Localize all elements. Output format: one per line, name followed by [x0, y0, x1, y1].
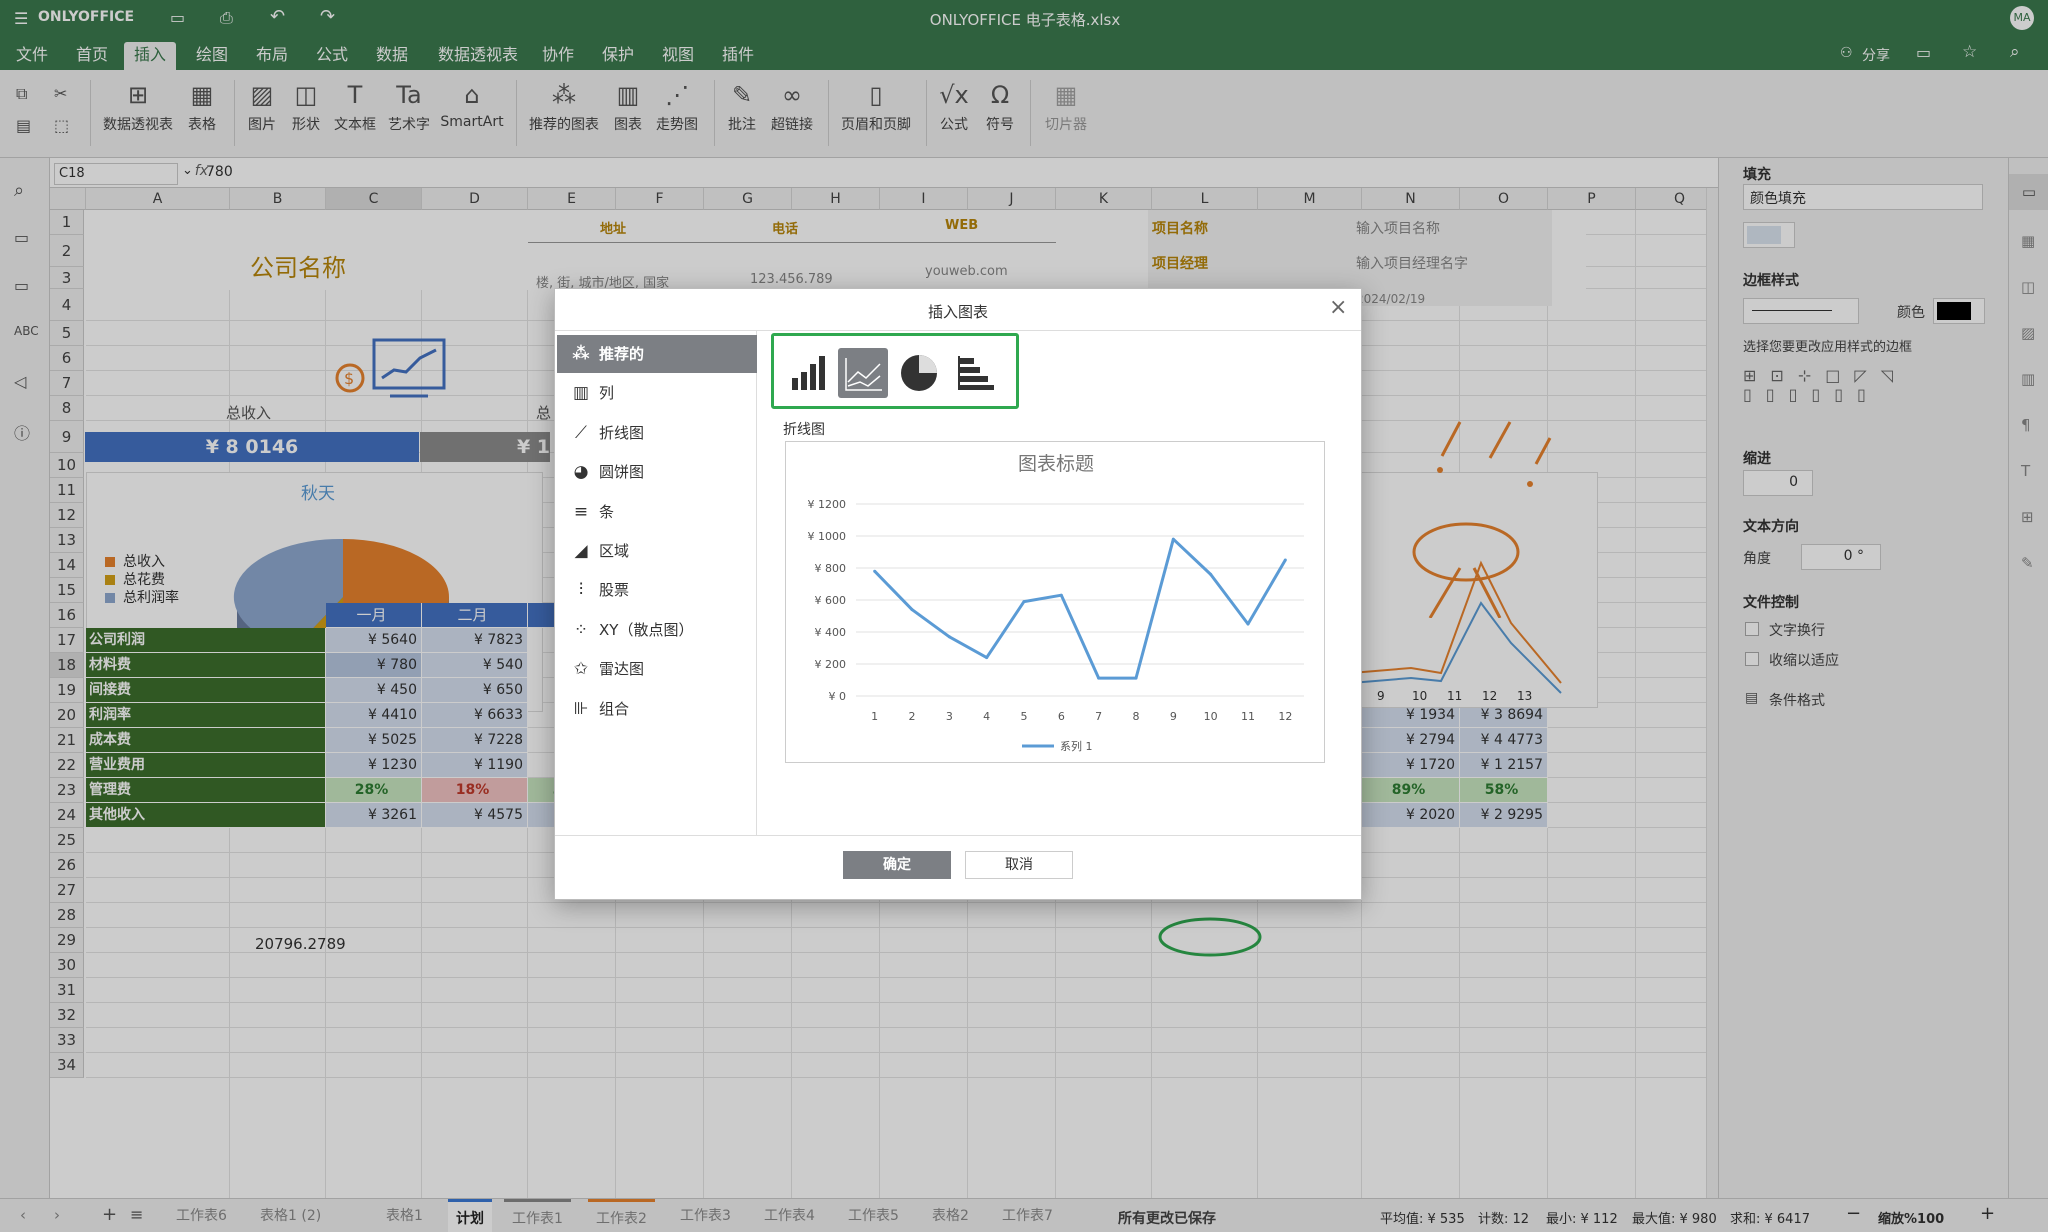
y-tick-label: ¥ 1000	[808, 530, 847, 543]
chart-category-item[interactable]: ⊪ 组合	[557, 690, 757, 728]
radar-chart-icon: ✩	[573, 659, 589, 680]
data-point	[1283, 558, 1287, 562]
chart-category-item[interactable]: ✩ 雷达图	[557, 650, 757, 688]
bar-chart-icon: ≡	[573, 501, 589, 522]
column-chart-icon	[792, 356, 825, 390]
y-tick-label: ¥ 800	[815, 562, 847, 575]
chart-category-item[interactable]: ⁘ XY（散点图）	[557, 611, 757, 649]
chart-category-item[interactable]: ⫶ 股票	[557, 571, 757, 609]
combo-chart-icon: ⊪	[573, 698, 589, 719]
preview-label: 折线图	[783, 422, 825, 438]
data-point	[873, 569, 877, 573]
line-chart-icon: ⟋	[575, 422, 587, 443]
insert-chart-dialog: 插入图表 × ⁂ 推荐的 ▥ 列 ⟋ 折线图 ◕ 圆饼图 ≡ 条 ◢ 区域 ⫶ 股票 ⁘ XY（散点图） ✩ 雷达…	[554, 288, 1362, 900]
dialog-header: 插入图表 ×	[555, 289, 1361, 331]
y-tick-label: ¥ 200	[815, 658, 847, 671]
x-tick-label: 3	[946, 710, 953, 723]
x-tick-label: 7	[1095, 710, 1102, 723]
chart-category-item[interactable]: ≡ 条	[557, 493, 757, 531]
chart-type-bar[interactable]	[950, 348, 1000, 398]
data-point	[985, 656, 989, 660]
chart-type-gallery	[771, 333, 1019, 409]
y-tick-label: ¥ 600	[815, 594, 847, 607]
data-point	[1209, 572, 1213, 576]
x-tick-label: 4	[983, 710, 990, 723]
line-chart-preview-svg: 图表标题 ¥ 0 ¥ 200 ¥ 400 ¥ 600 ¥ 800 ¥ 1000 ¥ 1200 1…	[808, 453, 1304, 753]
data-point	[1246, 622, 1250, 626]
close-icon[interactable]: ×	[1329, 295, 1347, 320]
chart-category-item[interactable]: ◕ 圆饼图	[557, 453, 757, 491]
dialog-title: 插入图表	[927, 303, 988, 321]
pie-chart-icon	[901, 355, 937, 391]
pie-chart-icon: ◕	[573, 462, 589, 483]
data-point	[1171, 537, 1175, 541]
y-tick-label: ¥ 400	[815, 626, 847, 639]
y-tick-label: ¥ 1200	[808, 498, 847, 511]
chart-type-pie[interactable]	[894, 348, 944, 398]
line-chart-icon	[845, 358, 882, 391]
chart-category-item[interactable]: ▥ 列	[557, 374, 757, 412]
area-chart-icon: ◢	[574, 541, 588, 561]
y-tick-label: ¥ 0	[829, 690, 847, 703]
chart-category-item[interactable]: ⁂ 推荐的	[557, 335, 757, 373]
x-tick-label: 12	[1278, 710, 1292, 723]
data-point	[1134, 676, 1138, 680]
chart-category-list: ⁂ 推荐的 ▥ 列 ⟋ 折线图 ◕ 圆饼图 ≡ 条 ◢ 区域 ⫶ 股票 ⁘ XY（散点图） ✩ 雷达图 ⊪ 组合	[555, 331, 757, 835]
stock-chart-icon: ⫶	[578, 580, 584, 601]
data-point	[1097, 676, 1101, 680]
bar-chart-icon	[958, 356, 994, 390]
x-tick-label: 8	[1133, 710, 1140, 723]
scatter-chart-icon: ⁘	[573, 619, 589, 640]
cancel-button[interactable]: 取消	[965, 851, 1073, 879]
chart-category-item[interactable]: ◢ 区域	[557, 532, 757, 570]
x-tick-label: 6	[1058, 710, 1065, 723]
x-tick-label: 10	[1204, 710, 1218, 723]
chart-category-item[interactable]: ⟋ 折线图	[557, 414, 757, 452]
x-tick-label: 1	[871, 710, 878, 723]
x-tick-label: 5	[1021, 710, 1028, 723]
data-point	[1059, 593, 1063, 597]
chart-type-column[interactable]	[782, 348, 832, 398]
chart-title: 图表标题	[1018, 453, 1094, 475]
x-tick-label: 2	[909, 710, 916, 723]
x-tick-label: 9	[1170, 710, 1177, 723]
recommended-icon: ⁂	[572, 344, 590, 364]
legend-label: 系列 1	[1060, 739, 1093, 753]
data-point	[1022, 600, 1026, 604]
column-chart-icon: ▥	[572, 383, 590, 404]
data-point	[910, 608, 914, 612]
data-point	[947, 635, 951, 639]
chart-type-line[interactable]	[838, 348, 888, 398]
series-line	[873, 537, 1287, 680]
ok-button[interactable]: 确定	[843, 851, 951, 879]
x-tick-label: 11	[1241, 710, 1255, 723]
chart-preview: 图表标题 ¥ 0 ¥ 200 ¥ 400 ¥ 600 ¥ 800 ¥ 1000 ¥ 1200 1…	[785, 441, 1325, 763]
